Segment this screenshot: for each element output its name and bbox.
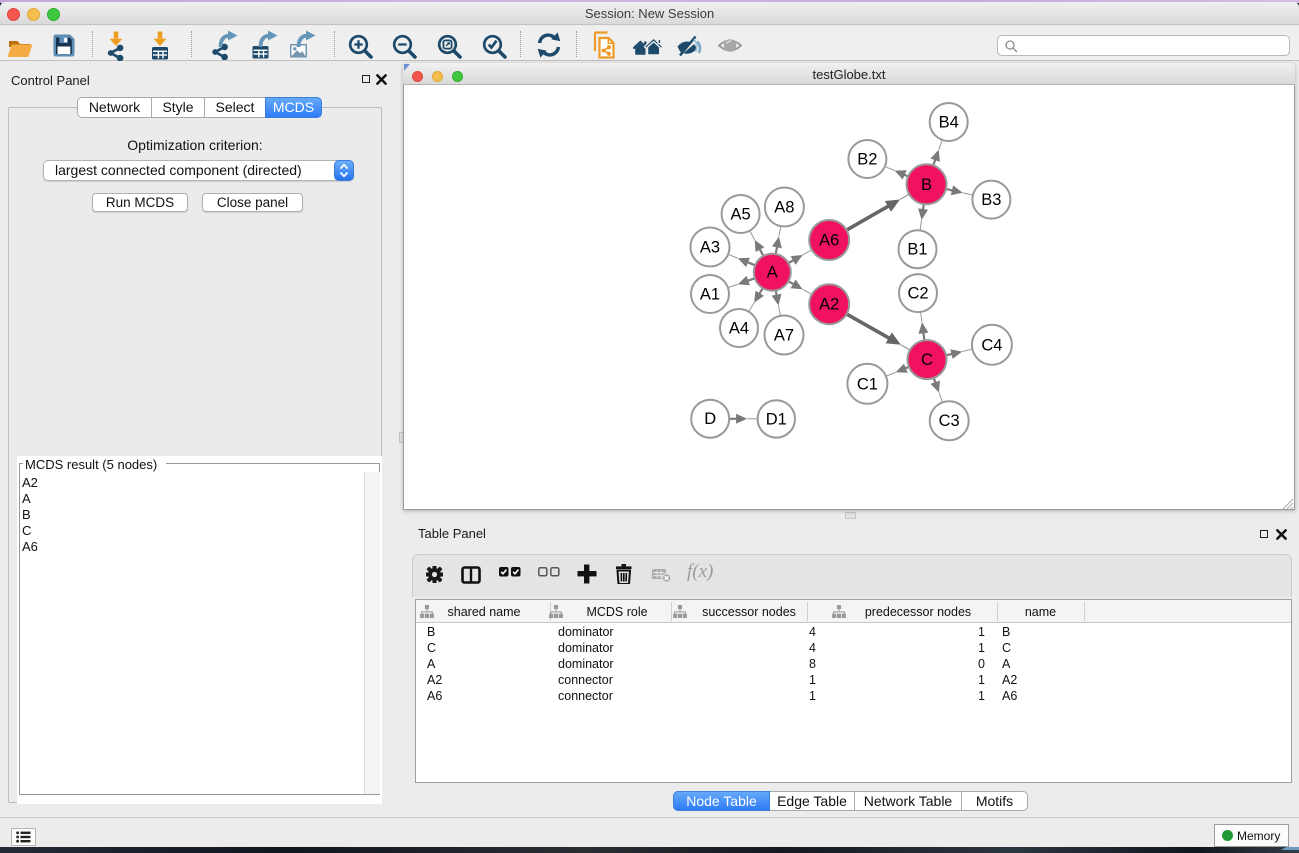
svg-text:A6: A6 [819,232,839,250]
svg-text:A2: A2 [819,296,839,314]
svg-text:B3: B3 [981,191,1001,209]
svg-text:A5: A5 [731,206,751,224]
svg-text:A7: A7 [774,327,794,345]
svg-text:C3: C3 [939,412,960,430]
svg-text:A: A [767,264,778,282]
svg-text:C4: C4 [981,336,1002,354]
svg-text:A3: A3 [700,239,720,257]
svg-text:C2: C2 [907,285,928,303]
svg-text:B2: B2 [857,151,877,169]
svg-text:B4: B4 [939,114,959,132]
svg-text:A8: A8 [774,199,794,217]
svg-text:C: C [921,351,933,369]
svg-text:A1: A1 [700,286,720,304]
svg-text:D: D [704,410,716,428]
svg-text:A4: A4 [729,320,749,338]
svg-text:C1: C1 [857,375,878,393]
svg-text:B1: B1 [907,241,927,259]
svg-text:B: B [921,176,932,194]
svg-text:D1: D1 [766,410,787,428]
